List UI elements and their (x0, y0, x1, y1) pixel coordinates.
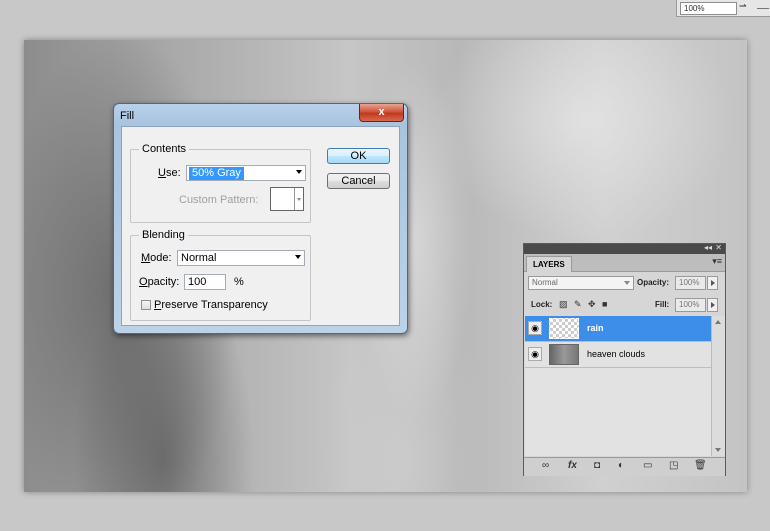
ok-button[interactable]: OK (327, 148, 390, 164)
blending-group: Blending Mode: Normal Opacity: 100 % Pre… (130, 229, 311, 321)
panel-footer: ∞ fx ◘ ◐ ▭ ◳ 🗑 (524, 457, 725, 476)
fill-stepper-icon[interactable] (707, 298, 718, 312)
layer-thumbnail (549, 344, 579, 365)
chevron-down-icon (296, 170, 302, 174)
mask-icon[interactable]: ◘ (594, 460, 600, 471)
close-icon[interactable]: ✕ (715, 243, 722, 252)
custom-pattern-label: Custom Pattern: (179, 194, 259, 206)
mode-label-rest: ode: (150, 252, 172, 264)
opacity-input[interactable]: 100 (184, 274, 226, 290)
blending-legend: Blending (139, 229, 188, 241)
group-icon[interactable]: ▭ (643, 460, 652, 471)
layer-opacity-input[interactable]: 100% (675, 276, 706, 290)
blend-mode-select[interactable]: Normal (528, 276, 634, 290)
contents-legend: Contents (139, 143, 190, 155)
eye-icon[interactable]: ◉ (528, 347, 542, 361)
tab-layers[interactable]: LAYERS (526, 256, 572, 272)
panel-menu-icon[interactable]: ▾≡ (712, 256, 722, 267)
layer-thumbnail (549, 318, 579, 339)
opacity-label-rest: pacity: (147, 276, 180, 288)
layer-row[interactable]: ◉ heaven clouds (525, 342, 711, 368)
opacity-label: Opacity: (139, 276, 179, 288)
chevron-down-icon (624, 281, 630, 285)
cancel-button[interactable]: Cancel (327, 173, 390, 189)
panel-tabbar: LAYERS ▾≡ (524, 254, 725, 272)
opacity-stepper-icon[interactable] (707, 276, 718, 290)
lock-brush-icon[interactable]: ✎ (574, 299, 582, 310)
fx-icon[interactable]: fx (568, 460, 577, 471)
adjustment-icon[interactable]: ◐ (618, 460, 624, 471)
use-label: Use: (158, 167, 181, 179)
percent-label: % (234, 276, 244, 288)
new-layer-icon[interactable]: ◳ (669, 460, 678, 471)
mode-label-mnemonic: M (141, 252, 151, 264)
contents-group: Contents Use: 50% Gray Custom Pattern: (130, 143, 311, 223)
use-label-mnemonic: U (158, 167, 166, 179)
dialog-body: Contents Use: 50% Gray Custom Pattern: B… (121, 126, 400, 326)
layers-scrollbar[interactable] (711, 316, 725, 456)
layers-list: ◉ rain ◉ heaven clouds (525, 316, 711, 456)
use-label-rest: se: (165, 167, 181, 179)
opacity-label-mnemonic: O (139, 276, 148, 288)
layer-name[interactable]: heaven clouds (587, 349, 645, 359)
close-icon: x (378, 106, 385, 118)
layer-name[interactable]: rain (587, 323, 604, 333)
fill-label: Fill: (655, 300, 670, 309)
custom-pattern-picker[interactable] (270, 187, 304, 211)
fill-input[interactable]: 100% (675, 298, 706, 312)
pattern-divider (294, 188, 295, 210)
chevron-down-icon (297, 198, 301, 201)
zoom-level-field[interactable]: 100% (680, 2, 737, 15)
dialog-title: Fill (120, 110, 135, 122)
layer-opacity-label: Opacity: (637, 278, 670, 287)
lock-move-icon[interactable]: ✥ (588, 299, 596, 310)
zoom-slider-icon[interactable] (757, 8, 769, 9)
panel-titlebar: ◂◂ ✕ (524, 243, 725, 254)
close-button[interactable]: x (359, 104, 404, 122)
trash-icon[interactable]: 🗑 (694, 460, 707, 471)
blend-mode-value: Normal (532, 278, 558, 287)
lock-all-icon[interactable]: ■ (602, 299, 607, 309)
lock-transparent-icon[interactable]: ▨ (559, 299, 568, 310)
mode-select-value: Normal (181, 252, 217, 264)
use-select[interactable]: 50% Gray (186, 165, 306, 181)
scroll-down-icon[interactable] (715, 448, 721, 452)
mode-select[interactable]: Normal (177, 250, 305, 266)
preserve-transparency-label[interactable]: Preserve Transparency (154, 299, 268, 311)
zoom-arrow-icon[interactable]: ⇀ (739, 1, 747, 12)
layers-panel: ◂◂ ✕ LAYERS ▾≡ Normal Opacity: 100% Lock… (523, 243, 726, 476)
preserve-transparency-checkbox[interactable] (141, 300, 151, 310)
use-select-value: 50% Gray (189, 167, 244, 180)
collapse-icon[interactable]: ◂◂ (704, 243, 712, 252)
scroll-up-icon[interactable] (715, 320, 721, 324)
layer-row[interactable]: ◉ rain (525, 316, 711, 342)
mode-label: Mode: (141, 252, 172, 264)
preserve-label-rest: reserve Transparency (161, 299, 268, 311)
chevron-down-icon (295, 255, 301, 259)
lock-label: Lock: (531, 300, 553, 309)
zoom-widget: 100% ⇀ (676, 0, 770, 17)
link-icon[interactable]: ∞ (542, 460, 549, 471)
eye-icon[interactable]: ◉ (528, 321, 542, 335)
fill-dialog: Fill x Contents Use: 50% Gray Custom Pat… (113, 103, 408, 334)
